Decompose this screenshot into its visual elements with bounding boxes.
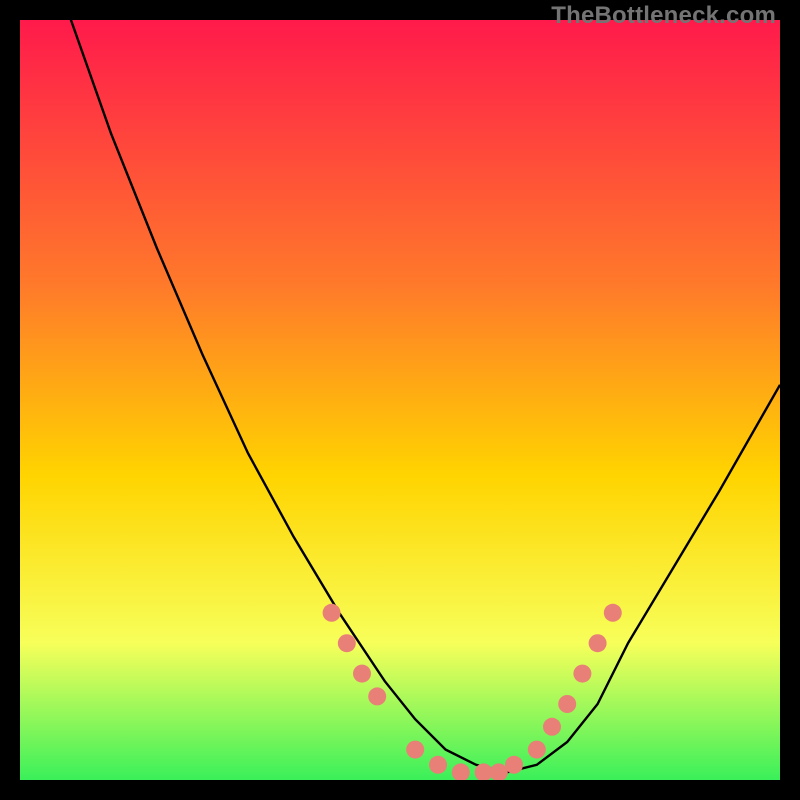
data-marker [528, 741, 546, 759]
watermark-text: TheBottleneck.com [551, 2, 776, 30]
data-marker [368, 687, 386, 705]
data-marker [353, 665, 371, 683]
data-marker [543, 718, 561, 736]
data-marker [589, 634, 607, 652]
chart-svg [20, 20, 780, 780]
data-marker [573, 665, 591, 683]
data-marker [323, 604, 341, 622]
data-marker [604, 604, 622, 622]
data-marker [558, 695, 576, 713]
data-marker [505, 756, 523, 774]
chart-frame [20, 20, 780, 780]
data-marker [338, 634, 356, 652]
data-marker [406, 741, 424, 759]
gradient-background [20, 20, 780, 780]
data-marker [429, 756, 447, 774]
